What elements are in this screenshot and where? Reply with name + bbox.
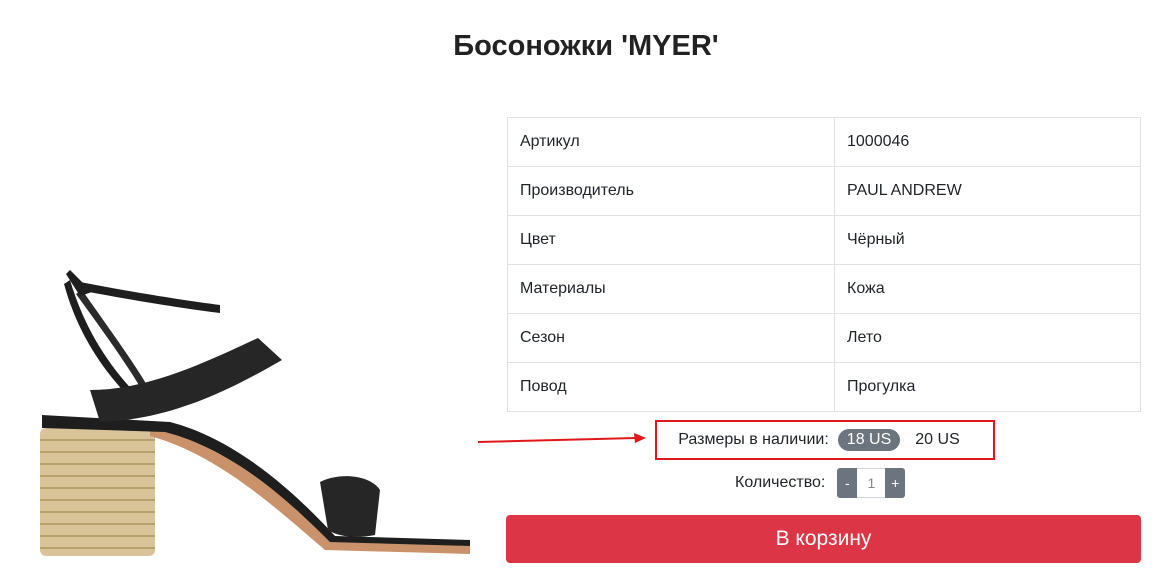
quantity-stepper: - 1 + — [837, 468, 906, 498]
annotation-arrow — [478, 433, 646, 443]
spec-value: 1000046 — [834, 117, 1141, 167]
table-row: Материалы Кожа — [507, 264, 1141, 314]
table-row: Артикул 1000046 — [507, 117, 1141, 167]
page-title: Босоножки 'MYER' — [453, 30, 719, 62]
quantity-input[interactable]: 1 — [857, 468, 886, 498]
size-option-18us[interactable]: 18 US — [837, 429, 901, 451]
increment-button[interactable]: + — [885, 468, 906, 498]
spec-key: Артикул — [507, 117, 835, 167]
sizes-label: Размеры в наличии: — [678, 431, 829, 448]
size-option-20us[interactable]: 20 US — [906, 429, 968, 451]
product-image — [40, 270, 470, 556]
add-to-cart-button[interactable]: В корзину — [506, 515, 1141, 563]
spec-key: Сезон — [507, 313, 835, 363]
table-row: Производитель PAUL ANDREW — [507, 166, 1141, 216]
spec-value: Чёрный — [834, 215, 1141, 265]
spec-key: Цвет — [507, 215, 835, 265]
table-row: Цвет Чёрный — [507, 215, 1141, 265]
specs-table: Артикул 1000046 Производитель PAUL ANDRE… — [507, 117, 1141, 412]
table-row: Повод Прогулка — [507, 362, 1141, 412]
quantity-label: Количество: — [735, 474, 826, 491]
spec-value: Кожа — [834, 264, 1141, 314]
spec-value: Лето — [834, 313, 1141, 363]
spec-value: PAUL ANDREW — [834, 166, 1141, 216]
quantity-row: Количество: - 1 + — [735, 468, 906, 498]
spec-value: Прогулка — [834, 362, 1141, 412]
spec-key: Материалы — [507, 264, 835, 314]
spec-key: Повод — [507, 362, 835, 412]
table-row: Сезон Лето — [507, 313, 1141, 363]
decrement-button[interactable]: - — [837, 468, 858, 498]
sizes-available: Размеры в наличии: 18 US 20 US — [655, 420, 995, 460]
spec-key: Производитель — [507, 166, 835, 216]
